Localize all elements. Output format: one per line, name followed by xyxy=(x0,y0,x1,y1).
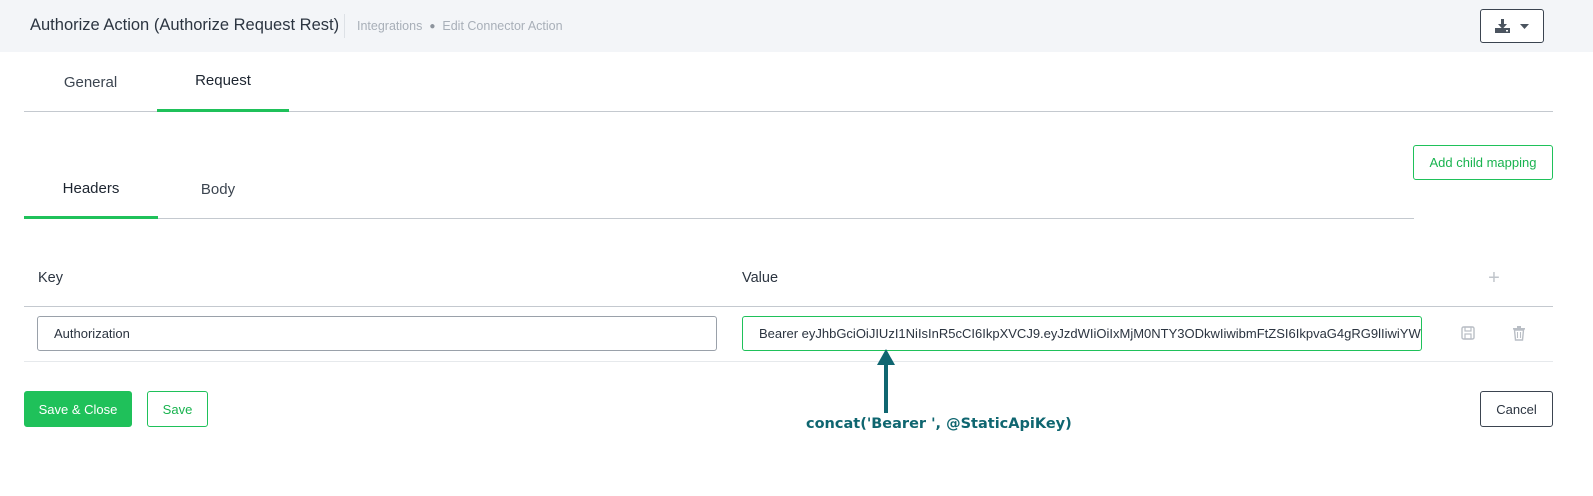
breadcrumb-separator: ● xyxy=(429,20,436,32)
tab-body[interactable]: Body xyxy=(158,160,278,219)
cancel-button[interactable]: Cancel xyxy=(1480,391,1553,427)
header-value-input[interactable]: Bearer eyJhbGciOiJIUzI1NiIsInR5cCI6IkpXV… xyxy=(742,316,1422,351)
annotation-text: concat('Bearer ', @StaticApiKey) xyxy=(806,416,1072,432)
table-row-divider xyxy=(24,361,1553,362)
tab-general[interactable]: General xyxy=(24,52,157,112)
table-header-divider xyxy=(24,306,1553,307)
top-bar: Authorize Action (Authorize Request Rest… xyxy=(0,0,1593,52)
save-and-close-button[interactable]: Save & Close xyxy=(24,391,132,427)
tab-headers[interactable]: Headers xyxy=(24,160,158,219)
column-header-value: Value xyxy=(742,270,779,286)
plus-icon[interactable]: + xyxy=(1484,268,1504,288)
save-button[interactable]: Save xyxy=(147,391,208,427)
download-icon xyxy=(1495,19,1510,33)
request-sub-tabs: Headers Body xyxy=(24,160,1414,219)
arrow-up-icon xyxy=(877,349,895,413)
page-title: Authorize Action (Authorize Request Rest… xyxy=(30,16,340,34)
column-header-key: Key xyxy=(38,270,63,286)
tab-request[interactable]: Request xyxy=(157,52,289,112)
breadcrumb: Integrations ● Edit Connector Action xyxy=(357,19,563,33)
header-key-input[interactable]: Authorization xyxy=(37,316,717,351)
trash-icon[interactable] xyxy=(1511,325,1527,341)
main-tabs: General Request xyxy=(24,52,1553,112)
download-dropdown-button[interactable] xyxy=(1480,9,1544,43)
breadcrumb-item-integrations[interactable]: Integrations xyxy=(357,19,422,33)
save-icon[interactable] xyxy=(1460,325,1476,341)
caret-down-icon xyxy=(1520,23,1529,29)
add-child-mapping-button[interactable]: Add child mapping xyxy=(1413,145,1553,180)
breadcrumb-item-edit-connector-action: Edit Connector Action xyxy=(442,19,563,33)
title-divider xyxy=(344,14,345,38)
